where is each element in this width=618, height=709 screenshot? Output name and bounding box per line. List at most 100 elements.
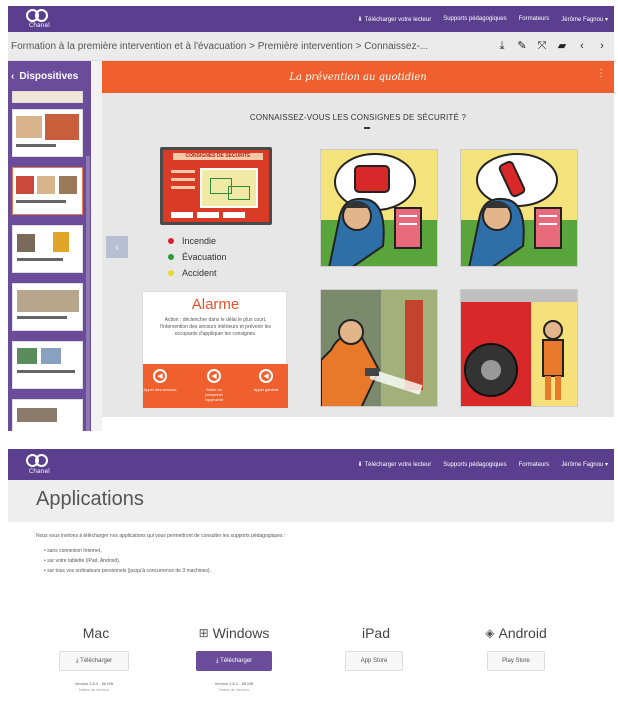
legend-dot: [168, 254, 174, 260]
download-icon: ⬇: [357, 462, 363, 468]
sidebar-title: Dispositives: [19, 70, 79, 82]
alarm-title: Alarme: [191, 296, 240, 313]
platform-label: Windows: [212, 625, 270, 641]
top-navbar: Chanel ⬇ Télécharger votre lecteur Suppor…: [8, 6, 614, 32]
logo-ring-right: [35, 454, 48, 467]
user-menu[interactable]: Jérôme Fagnou ▾: [561, 461, 608, 468]
bullet-item: sur tous vos ordinateurs personnels (jus…: [44, 566, 211, 576]
phone-call-illustration[interactable]: [320, 149, 438, 267]
download-mac-button[interactable]: ⤓ Télécharger: [59, 651, 129, 671]
platform-windows: ⊞ Windows ⤓ Télécharger Version 1.8.1 - 8…: [174, 623, 294, 693]
chevron-left-icon: ‹: [11, 70, 15, 82]
floor-plan: [200, 168, 258, 208]
firetruck-illustration[interactable]: [460, 289, 578, 407]
supports-link[interactable]: Supports pédagogiques: [443, 462, 506, 468]
slide-thumb[interactable]: [12, 109, 83, 157]
platform-mac: Mac ⤓ Télécharger Version 1.8.4 - 88 MB …: [34, 623, 154, 693]
formateurs-link[interactable]: Formateurs: [519, 462, 550, 468]
platform-name: iPad: [314, 623, 434, 643]
legend-label: Accident: [182, 268, 217, 278]
download-player-label: Télécharger votre lecteur: [364, 462, 432, 468]
download-icon[interactable]: ⤓: [497, 40, 507, 52]
alarm-text: Action : déclencher dans le délai le plu…: [159, 317, 271, 337]
card-footer-block: [197, 212, 219, 218]
download-icon: ⬇: [357, 16, 363, 23]
slide-banner-title: La prévention au quotidien: [289, 71, 427, 83]
pen-icon[interactable]: ✎: [517, 40, 527, 52]
supports-link[interactable]: Supports pédagogiques: [443, 16, 506, 22]
play-store-button[interactable]: Play Store: [487, 651, 545, 671]
platform-android: ◈ Android Play Store: [456, 623, 576, 671]
platform-name: ◈ Android: [456, 623, 576, 643]
card-line: [171, 178, 195, 181]
app-store-button[interactable]: App Store: [345, 651, 403, 671]
slide-thumb[interactable]: [12, 341, 83, 389]
sidebar-header[interactable]: ‹ Dispositives: [8, 61, 91, 91]
card-line: [171, 186, 195, 189]
alarm-step-label: Appel général: [253, 387, 279, 392]
toolbar: ⤓ ✎ ⤧ ▰ ‹ ›: [497, 40, 607, 52]
folder-icon[interactable]: ▰: [557, 40, 567, 52]
slide-thumb[interactable]: [12, 399, 83, 431]
legend-dot: [168, 238, 174, 244]
slide-thumb[interactable]: [12, 91, 83, 103]
step-circle-icon[interactable]: ◀: [207, 369, 221, 383]
release-notes-link[interactable]: Notes de version: [174, 687, 294, 693]
top-nav-links: ⬇ Télécharger votre lecteur Supports péda…: [357, 16, 614, 23]
legend-item: Accident: [168, 265, 227, 281]
page-title: Applications: [36, 488, 144, 510]
title-underline: [364, 127, 370, 129]
download-windows-label: Télécharger: [220, 658, 253, 664]
slide-thumb[interactable]: [12, 283, 83, 331]
platform-label: iPad: [361, 625, 391, 641]
download-player-link[interactable]: ⬇ Télécharger votre lecteur: [357, 16, 431, 23]
card-line: [171, 170, 195, 173]
consignes-card[interactable]: CONSIGNES DE SÉCURITÉ: [160, 147, 272, 225]
slide-banner: La prévention au quotidien ⋮: [102, 61, 614, 93]
expand-icon[interactable]: ⤧: [537, 40, 547, 52]
download-windows-button[interactable]: ⤓ Télécharger: [196, 651, 272, 671]
alarm-card[interactable]: Alarme Action : déclencher dans le délai…: [142, 291, 288, 408]
course-viewer-screenshot: Chanel ⬇ Télécharger votre lecteur Suppor…: [8, 6, 614, 431]
legend-label: Incendie: [182, 236, 217, 246]
extinguisher-illustration[interactable]: [460, 149, 578, 267]
bullet-item: sans connexion Internet,: [44, 546, 211, 556]
sidebar-gutter: [91, 61, 102, 431]
slides-sidebar: ‹ Dispositives: [8, 61, 91, 431]
user-name: Jérôme Fagnou: [561, 16, 604, 23]
step-circle-icon[interactable]: ◀: [153, 369, 167, 383]
step-circle-icon[interactable]: ◀: [259, 369, 273, 383]
breadcrumb[interactable]: Formation à la première intervention et …: [8, 41, 493, 52]
logo-text: Chanel: [29, 468, 50, 475]
app-logo[interactable]: Chanel: [8, 449, 64, 480]
top-nav-links: ⬇ Télécharger votre lecteur Supports péda…: [357, 461, 614, 469]
platform-name: Mac: [34, 623, 154, 643]
legend-item: Évacuation: [168, 249, 227, 265]
slide-thumb[interactable]: [12, 225, 83, 273]
platform-ipad: iPad App Store: [314, 623, 434, 671]
user-menu[interactable]: Jérôme Fagnou ▾: [561, 16, 608, 23]
firefighting-illustration[interactable]: [320, 289, 438, 407]
slide-thumbnails: [12, 91, 83, 431]
previous-slide-button[interactable]: ‹: [106, 236, 128, 258]
download-mac-label: Télécharger: [80, 658, 113, 664]
platform-name: ⊞ Windows: [174, 623, 294, 643]
next-icon[interactable]: ›: [597, 40, 607, 52]
app-logo[interactable]: Chanel: [8, 6, 64, 32]
more-options-icon[interactable]: ⋮: [596, 69, 606, 79]
sidebar-scrollbar[interactable]: [86, 156, 90, 431]
legend-item: Incendie: [168, 233, 227, 249]
slide-thumb[interactable]: [12, 167, 83, 215]
consignes-legend: Incendie Évacuation Accident: [168, 233, 227, 281]
breadcrumb-bar: Formation à la première intervention et …: [8, 32, 614, 61]
formateurs-link[interactable]: Formateurs: [519, 16, 550, 22]
top-navbar: Chanel ⬇ Télécharger votre lecteur Suppor…: [8, 449, 614, 480]
download-player-link[interactable]: ⬇ Télécharger votre lecteur: [357, 461, 431, 468]
prev-icon[interactable]: ‹: [577, 40, 587, 52]
logo-text: Chanel: [29, 22, 50, 29]
apps-intro: Nous vous invitons à télécharger nos app…: [36, 533, 286, 539]
release-notes-link[interactable]: Notes de version: [34, 687, 154, 693]
card-footer-block: [171, 212, 193, 218]
alarm-steps: ◀ Appel des secours ◀ Sortie du personne…: [143, 364, 288, 408]
user-name: Jérôme Fagnou: [561, 462, 604, 468]
